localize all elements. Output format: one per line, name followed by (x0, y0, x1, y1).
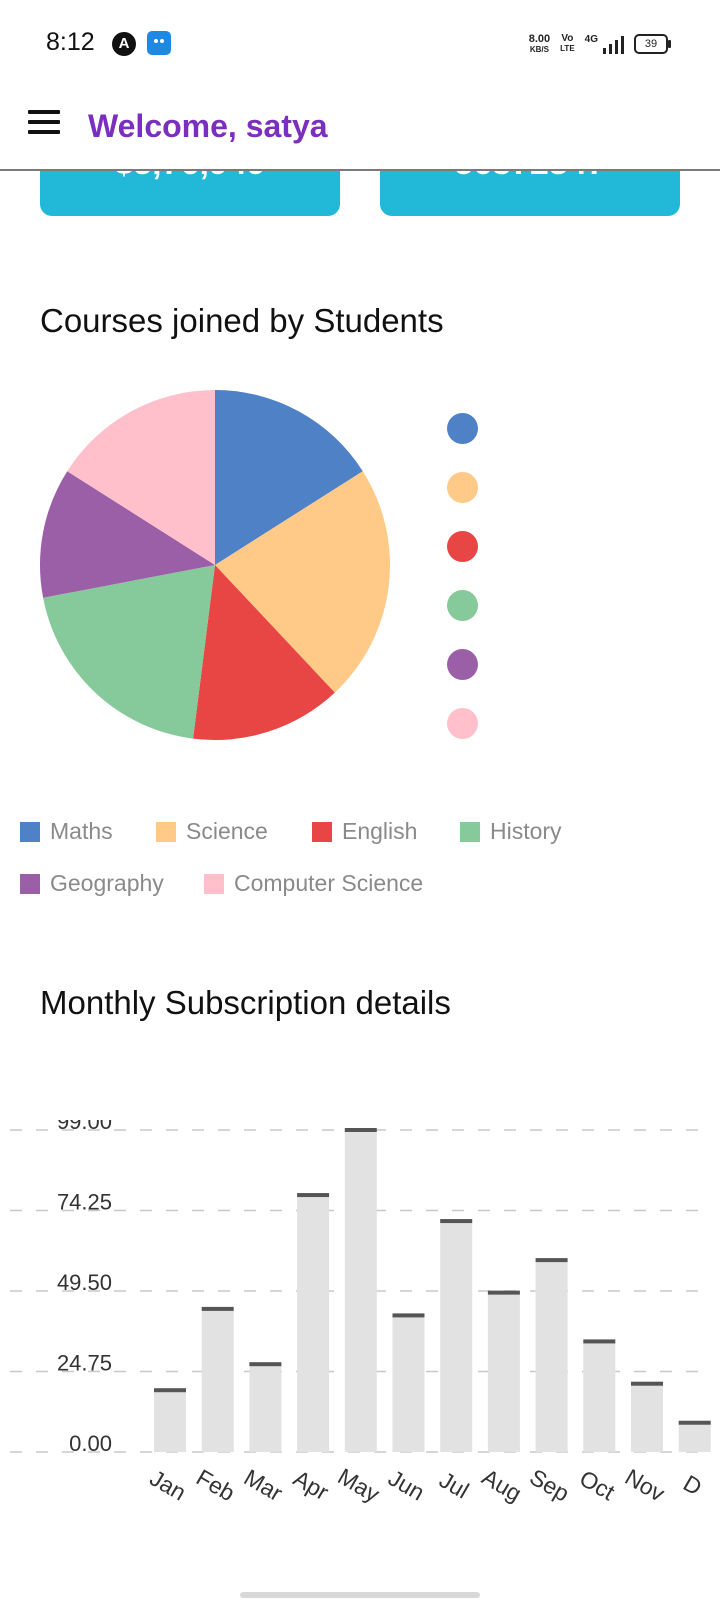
bar-cap-feb (201, 1306, 234, 1311)
bar-cap-aug (487, 1290, 520, 1295)
legend-item-english: English (312, 818, 417, 845)
x-tick-label: Mar (240, 1464, 288, 1506)
welcome-title: Welcome, satya (88, 108, 328, 144)
pie-side-legend (447, 413, 478, 767)
network-type-label: 4G (584, 34, 598, 45)
bar-d[interactable] (678, 1422, 711, 1452)
y-tick-label: 74.25 (57, 1190, 112, 1215)
bar-cap-may (344, 1128, 377, 1132)
legend-label-science: Science (186, 818, 268, 844)
y-tick-label: 0.00 (69, 1431, 112, 1456)
bar-cap-oct (583, 1339, 616, 1344)
x-tick-label: Aug (478, 1464, 526, 1507)
legend-dot-computer-science (447, 708, 478, 739)
legend-swatch-history (460, 821, 480, 842)
legend-label-geography: Geography (50, 870, 164, 896)
legend-swatch-english (312, 821, 332, 842)
subscription-bar-chart: 0.0024.7549.5074.2599.00Jan Feb Mar Apr May J… (10, 1120, 712, 1507)
menu-icon[interactable] (28, 110, 60, 136)
bar-cap-nov (631, 1381, 663, 1386)
x-tick-label: Sep (525, 1464, 573, 1507)
android-icon (147, 31, 171, 55)
bar-aug[interactable] (487, 1292, 520, 1452)
legend-item-science: Science (156, 818, 268, 845)
x-tick-label: Jun (384, 1465, 429, 1506)
battery-icon: 39 (634, 34, 671, 54)
x-tick-label: Feb (192, 1464, 239, 1506)
bar-cap-jul (440, 1219, 473, 1224)
legend-dot-science (447, 472, 478, 503)
legend-dot-english (447, 531, 478, 562)
y-tick-label: 99.00 (57, 1120, 112, 1134)
legend-item-computer-science: Computer Science (204, 870, 423, 897)
bar-cap-sep (535, 1258, 568, 1263)
legend-dot-geography (447, 649, 478, 680)
app-bar: Welcome, satya (0, 88, 720, 171)
legend-label-history: History (490, 818, 562, 844)
volte-icon: Vo LTE (560, 34, 575, 54)
bar-cap-mar (249, 1362, 282, 1367)
bar-cap-apr (297, 1193, 330, 1198)
bar-jul[interactable] (440, 1221, 473, 1452)
bar-oct[interactable] (583, 1341, 616, 1452)
legend-swatch-geography (20, 873, 40, 894)
legend-item-history: History (460, 818, 562, 845)
bar-jun[interactable] (392, 1315, 425, 1452)
subscription-title: Monthly Subscription details (40, 984, 451, 1021)
bar-sep[interactable] (535, 1260, 568, 1452)
legend-label-maths: Maths (50, 818, 113, 844)
home-indicator[interactable] (240, 1592, 480, 1598)
legend-item-geography: Geography (20, 870, 164, 897)
network-speed-unit: KB/S (529, 45, 549, 54)
x-tick-label: May (333, 1463, 384, 1507)
network-speed-value: 8.00 (528, 33, 551, 45)
x-tick-label: Nov (621, 1464, 670, 1507)
courses-pie-chart (39, 390, 390, 740)
bar-mar[interactable] (249, 1364, 282, 1452)
bar-jan[interactable] (154, 1390, 186, 1452)
x-tick-label: Oct (575, 1465, 620, 1506)
bar-apr[interactable] (297, 1195, 330, 1452)
bar-feb[interactable] (201, 1308, 234, 1452)
x-tick-label: Apr (289, 1465, 333, 1506)
legend-swatch-computer-science (204, 873, 224, 894)
legend-label-english: English (342, 818, 418, 844)
y-tick-label: 49.50 (57, 1270, 112, 1295)
bar-nov[interactable] (631, 1383, 663, 1452)
courses-title: Courses joined by Students (40, 302, 444, 339)
bar-may[interactable] (344, 1130, 377, 1452)
legend-swatch-science (156, 821, 176, 842)
status-time: 8:12 (46, 28, 95, 56)
bar-cap-jan (154, 1388, 186, 1393)
x-tick-label: Jan (145, 1465, 190, 1506)
volte-top: Vo (561, 33, 574, 44)
legend-label-computer-science: Computer Science (234, 870, 424, 896)
legend-dot-history (447, 590, 478, 621)
status-indicators: 8.00 KB/S Vo LTE 4G 39 (528, 30, 671, 58)
x-tick-label: D (679, 1470, 706, 1501)
legend-item-maths: Maths (20, 818, 113, 845)
bar-cap-jun (392, 1313, 425, 1318)
status-bar: 8:12 A 8.00 KB/S Vo LTE 4G 39 (0, 0, 720, 88)
legend-swatch-maths (20, 821, 40, 842)
y-tick-label: 24.75 (57, 1351, 112, 1376)
volte-bottom: LTE (560, 44, 575, 53)
a-icon: A (112, 32, 136, 56)
signal-icon: 4G (585, 34, 624, 54)
x-tick-label: Jul (435, 1466, 473, 1503)
legend-dot-maths (447, 413, 478, 444)
bar-cap-d (678, 1420, 711, 1425)
network-speed: 8.00 KB/S (528, 33, 551, 55)
